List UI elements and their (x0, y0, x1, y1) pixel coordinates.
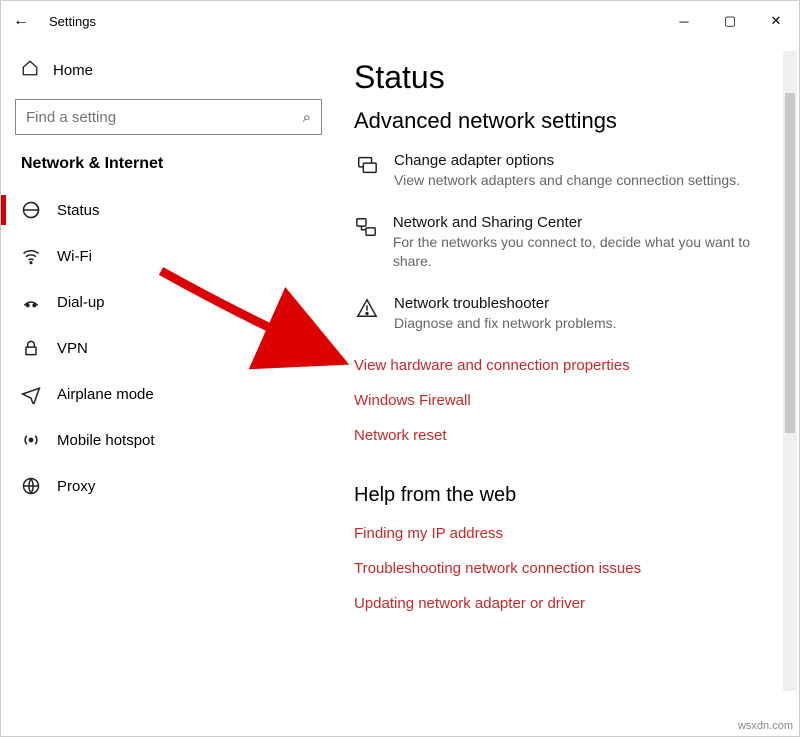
sidebar-item-airplane[interactable]: Airplane mode (15, 371, 322, 417)
sidebar-item-label: Wi-Fi (57, 248, 92, 265)
proxy-icon (21, 476, 41, 496)
sidebar-item-label: Dial-up (57, 294, 105, 311)
adapter-icon (354, 152, 380, 190)
sharing-icon (354, 214, 379, 271)
home-button[interactable]: Home (15, 51, 322, 99)
sidebar-item-vpn[interactable]: VPN (15, 325, 322, 371)
help-link-driver[interactable]: Updating network adapter or driver (354, 595, 775, 612)
close-button[interactable]: ✕ (753, 5, 799, 37)
sidebar-item-wifi[interactable]: Wi-Fi (15, 233, 322, 279)
option-title: Network troubleshooter (394, 295, 617, 312)
home-icon (21, 59, 39, 81)
watermark: wsxdn.com (738, 720, 793, 732)
link-network-reset[interactable]: Network reset (354, 427, 775, 444)
option-title: Change adapter options (394, 152, 740, 169)
sidebar-item-label: Airplane mode (57, 386, 154, 403)
home-label: Home (53, 62, 93, 79)
troubleshoot-icon (354, 295, 380, 333)
option-troubleshooter[interactable]: Network troubleshooter Diagnose and fix … (354, 295, 775, 333)
section-subheading: Advanced network settings (354, 108, 775, 134)
search-input[interactable] (26, 109, 303, 126)
section-heading: Network & Internet (15, 155, 322, 187)
search-input-container[interactable]: ⌕ (15, 99, 322, 135)
option-sharing-center[interactable]: Network and Sharing Center For the netwo… (354, 214, 775, 271)
sidebar-item-hotspot[interactable]: Mobile hotspot (15, 417, 322, 463)
option-desc: Diagnose and fix network problems. (394, 314, 617, 333)
hotspot-icon (21, 430, 41, 450)
link-hardware-props[interactable]: View hardware and connection properties (354, 357, 775, 374)
option-desc: View network adapters and change connect… (394, 171, 740, 190)
scrollbar-thumb[interactable] (785, 93, 795, 433)
sidebar-item-label: Status (57, 202, 100, 219)
maximize-button[interactable]: ▢ (707, 5, 753, 37)
help-link-ip[interactable]: Finding my IP address (354, 525, 775, 542)
option-adapter[interactable]: Change adapter options View network adap… (354, 152, 775, 190)
option-desc: For the networks you connect to, decide … (393, 233, 775, 271)
link-firewall[interactable]: Windows Firewall (354, 392, 775, 409)
sidebar-item-dialup[interactable]: Dial-up (15, 279, 322, 325)
sidebar-item-status[interactable]: Status (15, 187, 322, 233)
status-icon (21, 200, 41, 220)
dialup-icon (21, 292, 41, 312)
search-icon: ⌕ (303, 109, 311, 126)
scrollbar[interactable] (783, 51, 797, 691)
airplane-icon (21, 384, 41, 404)
wifi-icon (21, 246, 41, 266)
sidebar-item-label: Proxy (57, 478, 95, 495)
window-title: Settings (41, 14, 96, 29)
help-heading: Help from the web (354, 484, 775, 507)
help-link-troubleshoot[interactable]: Troubleshooting network connection issue… (354, 560, 775, 577)
minimize-button[interactable]: ─ (661, 5, 707, 37)
option-title: Network and Sharing Center (393, 214, 775, 231)
vpn-icon (21, 338, 41, 358)
sidebar-item-label: VPN (57, 340, 88, 357)
sidebar-item-proxy[interactable]: Proxy (15, 463, 322, 509)
page-title: Status (354, 59, 775, 96)
back-button[interactable]: ← (1, 12, 41, 30)
sidebar-item-label: Mobile hotspot (57, 432, 155, 449)
